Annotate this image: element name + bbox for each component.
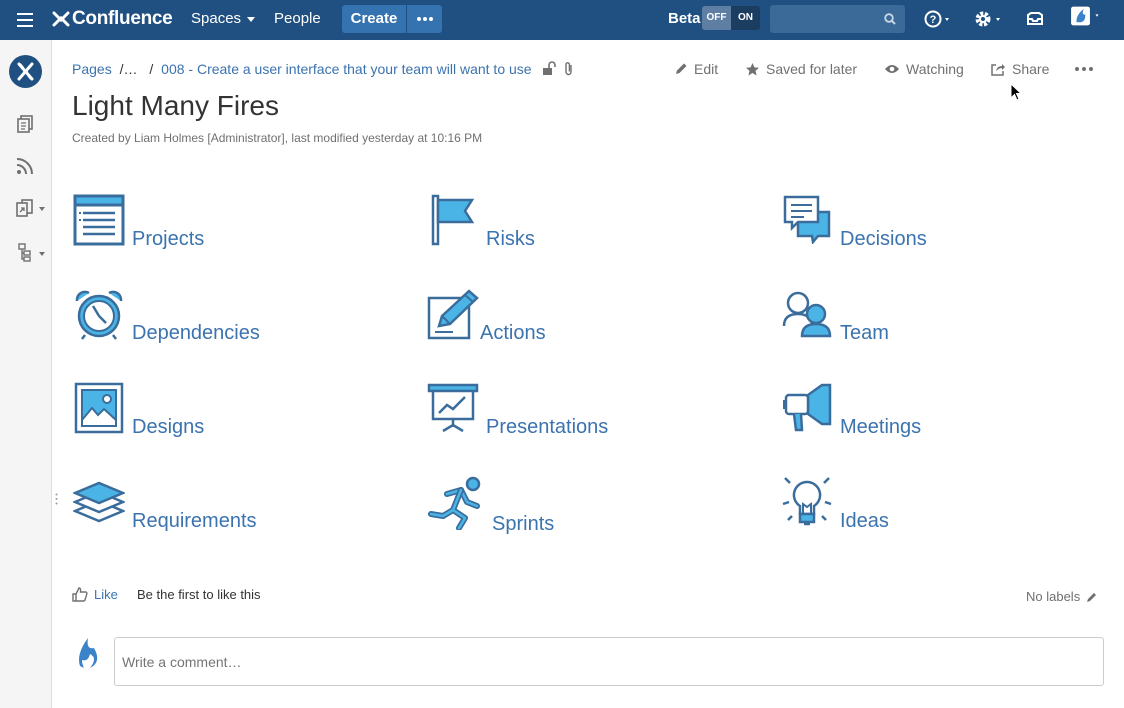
chevron-down-icon[interactable] <box>39 207 45 211</box>
space-logo-icon <box>17 62 34 81</box>
spaces-menu[interactable]: Spaces <box>191 10 256 27</box>
tile-actions-link[interactable]: Actions <box>480 322 546 345</box>
menu-icon[interactable] <box>12 8 38 32</box>
people-icon[interactable] <box>782 290 834 340</box>
speech-bubbles-icon[interactable] <box>782 194 832 244</box>
share-button[interactable]: Share <box>990 61 1049 77</box>
people-link[interactable]: People <box>274 10 321 27</box>
confluence-logo-icon <box>52 11 70 27</box>
megaphone-icon[interactable] <box>782 382 832 434</box>
runner-icon[interactable] <box>427 476 485 530</box>
user-avatar <box>79 638 98 668</box>
labels-section: No labels <box>1026 589 1098 604</box>
tile-designs-link[interactable]: Designs <box>132 416 204 439</box>
toggle-off-option[interactable]: OFF <box>702 6 731 30</box>
labels-text: No labels <box>1026 589 1081 604</box>
tile-meetings-link[interactable]: Meetings <box>840 416 921 439</box>
picture-icon[interactable] <box>74 382 124 434</box>
user-avatar-icon[interactable] <box>1065 5 1107 27</box>
beta-toggle[interactable]: OFF ON <box>702 6 760 30</box>
like-button[interactable]: Like <box>72 587 118 602</box>
beta-label: Beta <box>668 10 701 27</box>
star-icon <box>746 62 759 75</box>
tile-presentations-link[interactable]: Presentations <box>486 416 608 439</box>
search-icon <box>884 13 896 25</box>
pencil-icon <box>676 63 687 74</box>
breadcrumb: Pages /… / 008 - Create a user interface… <box>72 61 532 77</box>
confluence-logo[interactable]: Confluence <box>52 7 173 31</box>
shortcuts-icon[interactable] <box>15 198 35 218</box>
help-icon[interactable]: ? <box>924 8 956 30</box>
breadcrumb-pages-link[interactable]: Pages <box>72 61 112 77</box>
saved-label: Saved for later <box>766 61 858 77</box>
comment-input[interactable] <box>114 637 1104 686</box>
more-actions-icon[interactable] <box>1075 66 1093 72</box>
mouse-cursor-icon <box>1010 83 1022 101</box>
watching-label: Watching <box>906 61 964 77</box>
spaces-label: Spaces <box>191 10 242 27</box>
blog-feed-icon[interactable] <box>15 156 35 176</box>
edit-label: Edit <box>694 61 719 77</box>
breadcrumb-current-link[interactable]: 008 - Create a user interface that your … <box>161 61 531 77</box>
tile-dependencies-link[interactable]: Dependencies <box>132 322 260 345</box>
edit-button[interactable]: Edit <box>674 61 718 77</box>
share-icon <box>991 64 1005 76</box>
edit-pencil-icon[interactable] <box>427 288 481 342</box>
tile-requirements-link[interactable]: Requirements <box>132 510 257 533</box>
presentation-board-icon[interactable] <box>427 383 479 433</box>
search-input[interactable] <box>770 5 905 33</box>
alarm-clock-icon[interactable] <box>73 289 125 341</box>
chevron-down-icon[interactable] <box>39 252 45 256</box>
edit-labels-icon[interactable] <box>1086 591 1098 603</box>
create-button[interactable]: Create <box>342 5 406 33</box>
tile-risks-link[interactable]: Risks <box>486 228 535 251</box>
layers-icon[interactable] <box>73 481 125 525</box>
sidebar-resize-handle[interactable] <box>55 493 58 505</box>
svg-text:?: ? <box>930 14 937 26</box>
like-label: Like <box>94 587 118 602</box>
more-icon <box>416 8 434 25</box>
chevron-down-icon <box>247 16 256 22</box>
breadcrumb-ellipsis[interactable]: /… <box>120 61 138 77</box>
thumbs-up-icon <box>72 587 88 602</box>
unlock-icon[interactable] <box>542 61 556 77</box>
toggle-on-option[interactable]: ON <box>731 6 760 30</box>
top-navigation-bar: Confluence Spaces People Create Beta OFF… <box>0 0 1124 40</box>
tile-sprints-link[interactable]: Sprints <box>492 513 554 536</box>
tile-projects-link[interactable]: Projects <box>132 228 204 251</box>
space-logo[interactable] <box>9 55 42 88</box>
notifications-icon[interactable] <box>1024 8 1046 30</box>
attachment-icon[interactable] <box>563 61 575 77</box>
pages-icon[interactable] <box>15 114 35 134</box>
tile-team-link[interactable]: Team <box>840 322 889 345</box>
create-more-button[interactable] <box>407 5 442 33</box>
tile-decisions-link[interactable]: Decisions <box>840 228 927 251</box>
tile-ideas-link[interactable]: Ideas <box>840 510 889 533</box>
like-summary: Be the first to like this <box>137 587 261 602</box>
document-list-icon[interactable] <box>73 194 125 246</box>
app-name: Confluence <box>72 8 173 29</box>
left-sidebar <box>0 40 52 708</box>
watch-button[interactable]: Watching <box>884 61 964 77</box>
gear-icon[interactable] <box>974 8 1006 30</box>
breadcrumb-separator: / <box>149 61 154 77</box>
eye-icon <box>885 65 899 73</box>
page-title: Light Many Fires <box>72 90 279 121</box>
page-byline: Created by Liam Holmes [Administrator], … <box>72 131 483 145</box>
save-for-later-button[interactable]: Saved for later <box>745 61 857 77</box>
lightbulb-icon[interactable] <box>782 474 832 528</box>
share-label: Share <box>1012 61 1050 77</box>
flag-icon[interactable] <box>430 194 476 246</box>
page-tree-icon[interactable] <box>15 242 35 262</box>
